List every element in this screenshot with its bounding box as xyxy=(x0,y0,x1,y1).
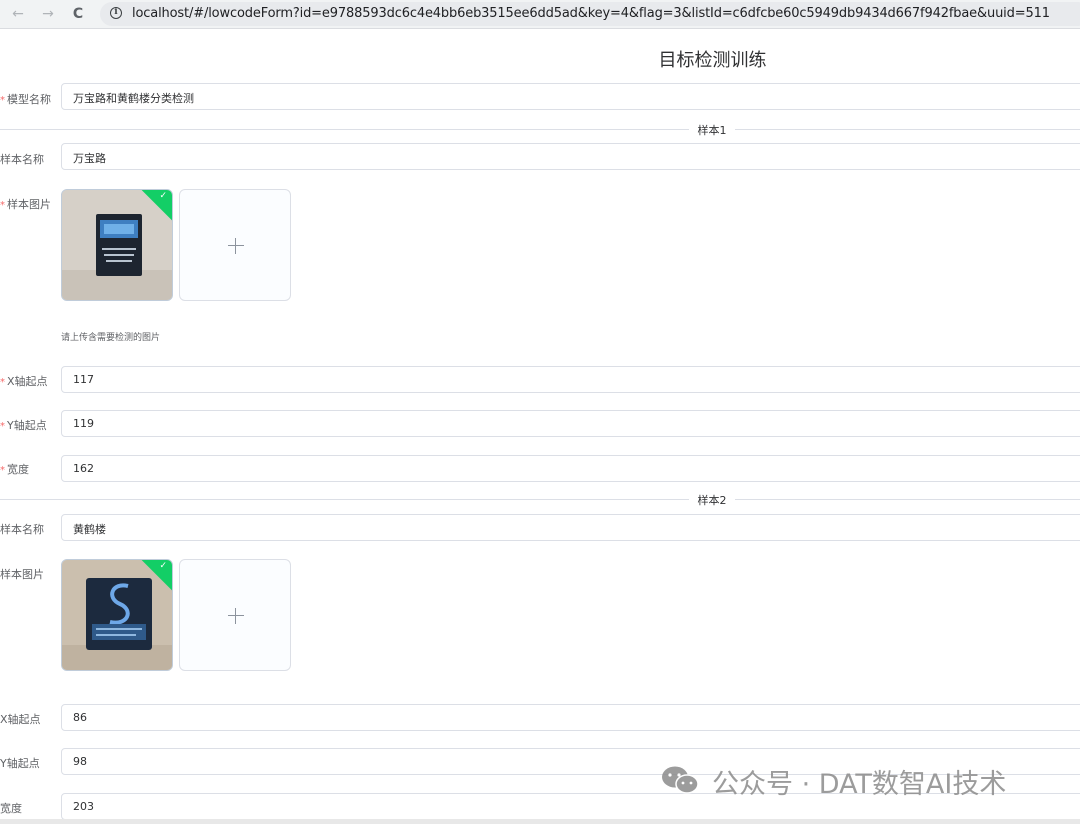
sample-2-y-label: Y轴起点 xyxy=(0,757,40,770)
site-info-icon[interactable]: i xyxy=(110,7,122,19)
horizontal-scrollbar[interactable] xyxy=(0,819,1080,824)
browser-toolbar: ← → C i localhost/#/lowcodeForm?id=e9788… xyxy=(0,0,1080,29)
sample-1-name-input[interactable]: 万宝路 xyxy=(61,143,1080,170)
check-icon: ✓ xyxy=(159,561,167,571)
upload-tip: 请上传含需要检测的图片 xyxy=(61,333,161,343)
sample-1-x-label: * X轴起点 xyxy=(0,375,48,388)
sample-1-image-label: * 样本图片 xyxy=(0,198,51,211)
sample-2-x-label: X轴起点 xyxy=(0,713,41,726)
sample-2-width-label: 宽度 xyxy=(0,802,22,815)
forward-arrow-icon[interactable]: → xyxy=(38,4,58,24)
watermark-text: 公众号 · DAT数智AI技术 xyxy=(712,769,1007,800)
wechat-icon xyxy=(662,766,699,794)
sample-1-divider-text: 样本1 xyxy=(689,122,735,138)
cigarette-pack-photo xyxy=(62,190,172,300)
sample-2-divider xyxy=(0,499,1080,500)
sample-2-divider-text: 样本2 xyxy=(689,492,735,508)
reload-icon[interactable]: C xyxy=(68,4,88,24)
plus-icon xyxy=(228,615,244,616)
sample-1-width-input[interactable]: 162 xyxy=(61,455,1080,482)
sample-1-x-input[interactable]: 117 xyxy=(61,366,1080,393)
check-icon: ✓ xyxy=(159,191,167,201)
required-mark: * xyxy=(0,95,5,106)
sample-2-name-input[interactable]: 黄鹤楼 xyxy=(61,514,1080,541)
sample-2-name-label: 样本名称 xyxy=(0,523,44,536)
sample-2-x-input[interactable]: 86 xyxy=(61,704,1080,731)
sample-2-upload-button[interactable] xyxy=(179,559,291,671)
back-arrow-icon[interactable]: ← xyxy=(8,4,28,24)
sample-1-upload-button[interactable] xyxy=(179,189,291,301)
sample-1-image-thumbnail[interactable]: ✓ xyxy=(61,189,173,301)
sample-1-divider xyxy=(0,129,1080,130)
address-bar[interactable]: i localhost/#/lowcodeForm?id=e9788593dc6… xyxy=(100,2,1080,26)
model-name-input[interactable]: 万宝路和黄鹤楼分类检测 xyxy=(61,83,1080,110)
sample-2-image-label: 样本图片 xyxy=(0,568,44,581)
sample-1-width-label: * 宽度 xyxy=(0,463,29,476)
model-name-label: * 模型名称 xyxy=(0,93,51,106)
sample-1-y-input[interactable]: 119 xyxy=(61,410,1080,437)
sample-1-y-label: * Y轴起点 xyxy=(0,419,47,432)
cigarette-pack-photo xyxy=(62,560,172,670)
page-title: 目标检测训练 xyxy=(658,50,767,71)
plus-icon xyxy=(228,245,244,246)
url-text[interactable]: localhost/#/lowcodeForm?id=e9788593dc6c4… xyxy=(132,6,1050,21)
sample-2-image-thumbnail[interactable]: ✓ xyxy=(61,559,173,671)
sample-1-name-label: 样本名称 xyxy=(0,153,44,166)
